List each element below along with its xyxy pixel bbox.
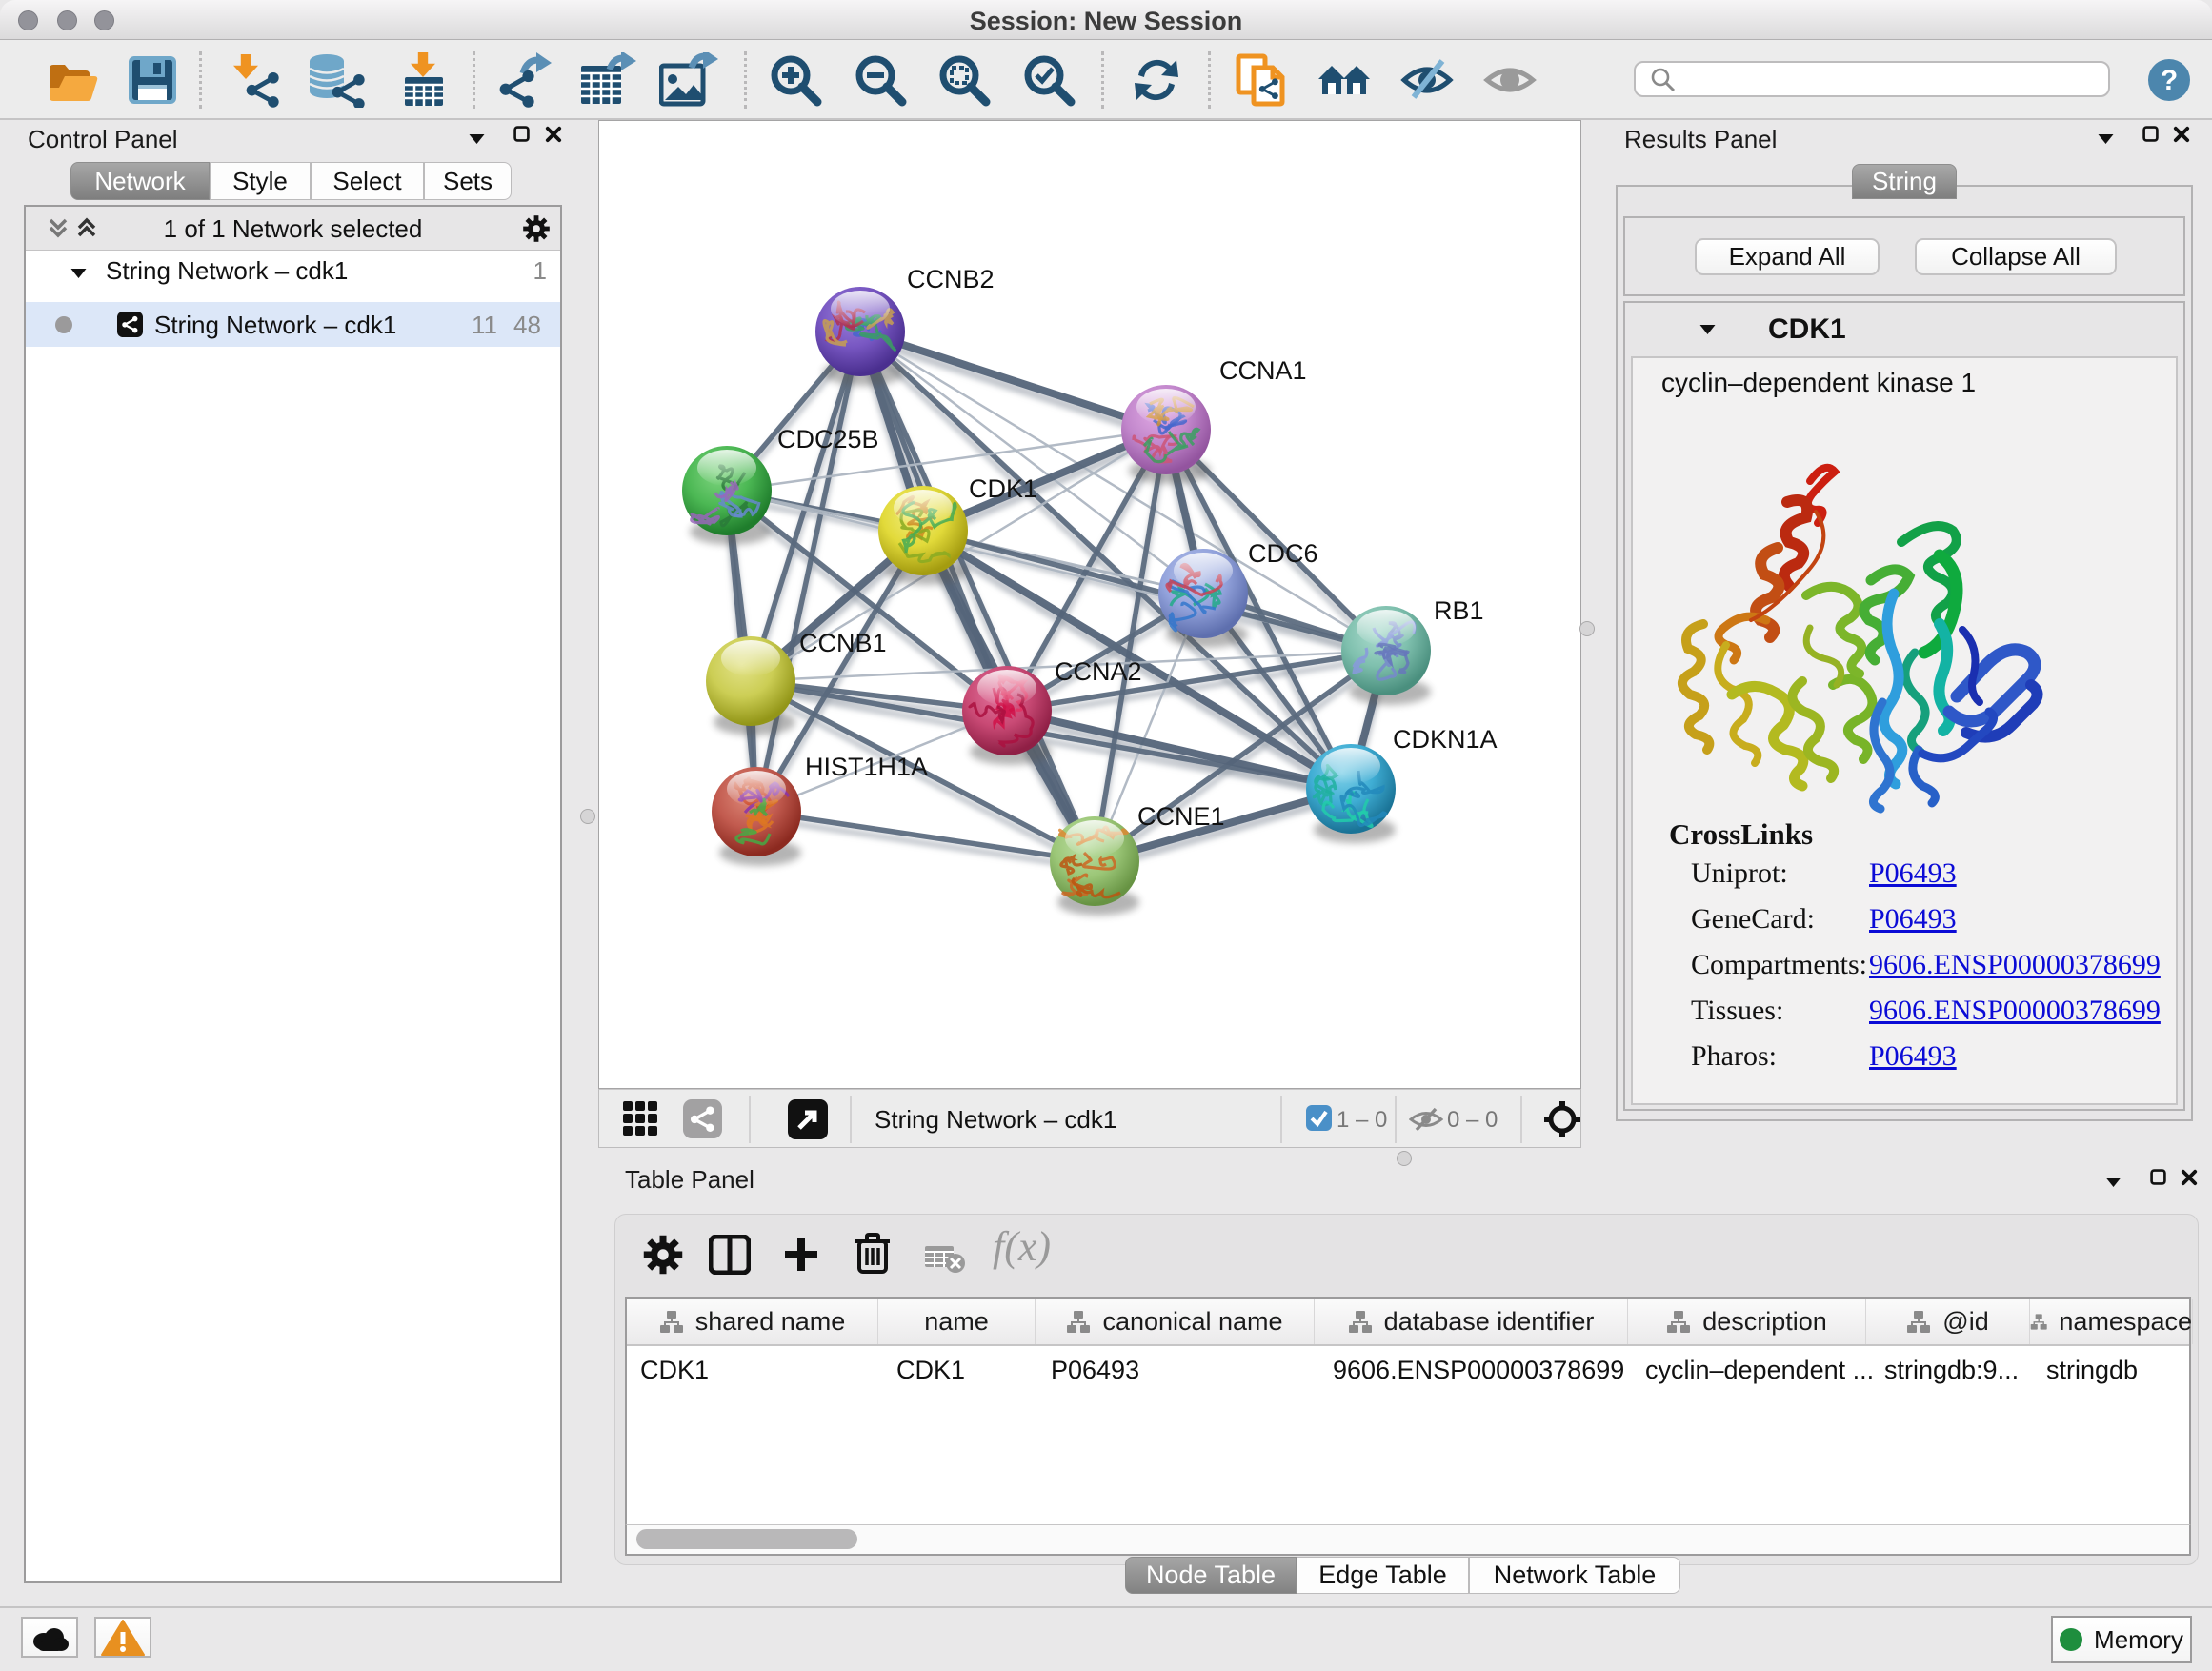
svg-text:CCNB2: CCNB2 [907,265,995,293]
svg-text:?: ? [2161,65,2178,96]
svg-text:HIST1H1A: HIST1H1A [805,753,928,781]
svg-text:RB1: RB1 [1434,596,1484,625]
svg-text:CDKN1A: CDKN1A [1393,725,1498,754]
svg-text:CDC6: CDC6 [1248,539,1318,568]
svg-text:CCNE1: CCNE1 [1137,802,1225,831]
svg-text:CDC25B: CDC25B [777,425,879,453]
svg-text:CDK1: CDK1 [969,474,1037,503]
svg-text:CCNA2: CCNA2 [1055,657,1142,686]
svg-text:CCNA1: CCNA1 [1219,356,1307,385]
svg-text:CCNB1: CCNB1 [799,629,887,657]
